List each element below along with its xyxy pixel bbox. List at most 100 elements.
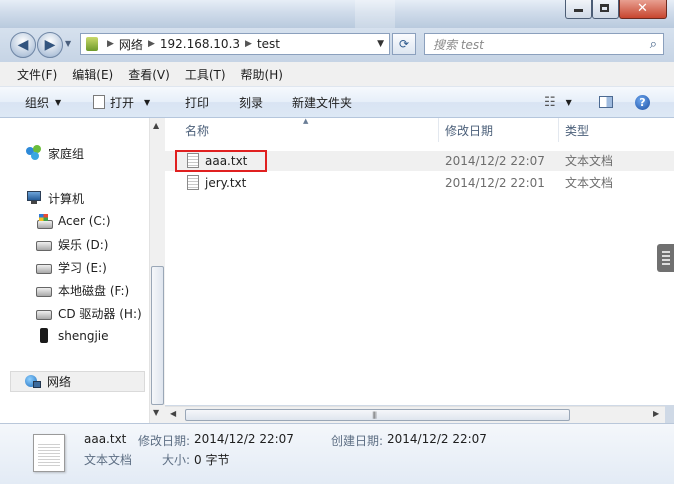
forward-button[interactable]: ▶ <box>37 32 63 58</box>
column-header-type[interactable]: 类型 <box>565 118 589 142</box>
file-row-jery[interactable]: jery.txt 2014/12/2 22:01 文本文档 <box>165 173 674 193</box>
new-folder-button[interactable]: 新建文件夹 <box>292 87 352 117</box>
nav-drive-c[interactable]: Acer (C:) <box>36 211 111 231</box>
maximize-icon <box>600 4 609 12</box>
scroll-left-icon[interactable]: ◀ <box>170 409 176 418</box>
print-button[interactable]: 打印 <box>185 87 209 117</box>
column-header-name[interactable]: 名称 <box>185 118 209 142</box>
minimize-button[interactable] <box>565 0 592 19</box>
details-modified-value: 2014/12/2 22:07 <box>194 432 294 446</box>
selection-highlight-box <box>175 150 267 172</box>
scroll-thumb[interactable]: ||| <box>185 409 570 421</box>
nav-drive-d[interactable]: 娱乐 (D:) <box>36 234 108 254</box>
nav-homegroup-label: 家庭组 <box>48 146 85 161</box>
address-dropdown-icon[interactable]: ▼ <box>377 39 384 49</box>
file-type: 文本文档 <box>565 154 614 168</box>
text-file-icon <box>187 175 199 190</box>
file-type: 文本文档 <box>565 176 614 190</box>
nav-computer-label: 计算机 <box>48 191 85 206</box>
menu-file[interactable]: 文件(F) <box>9 66 64 83</box>
scroll-thumb[interactable] <box>151 266 164 405</box>
breadcrumb-folder[interactable]: test <box>257 37 280 51</box>
drive-icon <box>36 287 52 297</box>
file-name: jery.txt <box>205 176 247 190</box>
details-modified-label: 修改日期: <box>138 434 191 448</box>
horizontal-scrollbar[interactable]: ◀ ||| ▶ <box>165 406 665 423</box>
close-icon: ✕ <box>637 1 648 16</box>
column-divider[interactable] <box>438 118 439 142</box>
nav-drive-label: CD 驱动器 (H:) <box>58 306 142 321</box>
cd-drive-icon <box>36 310 52 320</box>
chevron-down-icon: ▼ <box>565 97 572 107</box>
burn-button[interactable]: 刻录 <box>239 87 263 117</box>
grip-icon <box>662 251 670 265</box>
menu-bar: 文件(F) 编辑(E) 查看(V) 工具(T) 帮助(H) <box>0 62 674 87</box>
recent-pages-dropdown[interactable]: ▼ <box>65 39 71 48</box>
drive-icon <box>36 264 52 274</box>
menu-tools[interactable]: 工具(T) <box>177 66 233 83</box>
help-icon: ? <box>635 94 650 110</box>
breadcrumb-chevron-icon[interactable]: ▶ <box>245 39 252 49</box>
nav-device-shengjie[interactable]: shengjie <box>36 326 109 346</box>
nav-device-label: shengjie <box>58 329 109 343</box>
scroll-down-icon[interactable]: ▼ <box>153 408 159 417</box>
address-bar[interactable]: ▶ 网络 ▶ 192.168.10.3 ▶ test ▼ <box>80 33 390 55</box>
preview-pane-button[interactable] <box>599 87 613 117</box>
search-icon[interactable]: ⌕ <box>650 37 657 52</box>
details-size-label: 大小: <box>162 453 191 467</box>
breadcrumb-host[interactable]: 192.168.10.3 <box>160 37 240 51</box>
change-view-button[interactable]: ☷ ▼ <box>544 87 572 117</box>
scroll-right-icon[interactable]: ▶ <box>653 409 659 418</box>
close-button[interactable]: ✕ <box>619 0 667 19</box>
forward-arrow-icon: ▶ <box>44 37 56 53</box>
breadcrumb-network[interactable]: 网络 <box>119 36 143 53</box>
navigation-pane: 家庭组 计算机 Acer (C:) 娱乐 (D:) 学习 (E:) 本地磁盘 (… <box>0 118 149 423</box>
network-location-icon <box>86 37 98 51</box>
network-icon <box>25 374 41 390</box>
menu-help[interactable]: 帮助(H) <box>233 66 290 83</box>
nav-homegroup[interactable]: 家庭组 <box>26 143 84 163</box>
view-list-icon: ☷ <box>544 94 556 110</box>
maximize-button[interactable] <box>592 0 619 19</box>
minimize-icon <box>574 9 583 12</box>
back-arrow-icon: ◀ <box>17 37 29 53</box>
nav-computer[interactable]: 计算机 <box>26 188 84 208</box>
back-button[interactable]: ◀ <box>10 32 36 58</box>
document-icon <box>93 95 105 109</box>
column-header-modified[interactable]: 修改日期 <box>445 118 493 142</box>
nav-network[interactable]: 网络 <box>10 371 145 392</box>
refresh-icon: ⟳ <box>398 37 410 51</box>
nav-drive-label: 本地磁盘 (F:) <box>58 283 130 298</box>
search-input[interactable]: 搜索 test ⌕ <box>424 33 664 55</box>
scroll-up-icon[interactable]: ▲ <box>153 121 159 130</box>
breadcrumb-chevron-icon[interactable]: ▶ <box>107 39 114 49</box>
menu-view[interactable]: 查看(V) <box>120 66 177 83</box>
nav-drive-h[interactable]: CD 驱动器 (H:) <box>36 303 142 323</box>
nav-drive-label: Acer (C:) <box>58 214 111 228</box>
file-list: ▲ 名称 修改日期 类型 aaa.txt 2014/12/2 22:07 文本文… <box>165 117 674 405</box>
sort-ascending-icon: ▲ <box>303 117 309 125</box>
open-button[interactable]: 打开 ▼ <box>93 87 150 117</box>
phone-icon <box>36 328 52 344</box>
chevron-down-icon: ▼ <box>55 97 62 107</box>
nav-drive-e[interactable]: 学习 (E:) <box>36 257 107 277</box>
drive-icon <box>36 241 52 251</box>
breadcrumb-chevron-icon[interactable]: ▶ <box>148 39 155 49</box>
organize-label: 组织 <box>25 95 50 110</box>
preview-pane-icon <box>599 96 613 108</box>
help-button[interactable]: ? <box>635 87 650 117</box>
details-type: 文本文档 <box>84 453 133 467</box>
file-modified: 2014/12/2 22:01 <box>445 176 545 190</box>
refresh-button[interactable]: ⟳ <box>392 33 416 55</box>
menu-edit[interactable]: 编辑(E) <box>64 66 120 83</box>
details-size-value: 0 字节 <box>194 453 230 467</box>
nav-drive-f[interactable]: 本地磁盘 (F:) <box>36 280 129 300</box>
address-row: ◀ ▶ ▼ ▶ 网络 ▶ 192.168.10.3 ▶ test ▼ ⟳ 搜索 … <box>0 28 674 62</box>
organize-button[interactable]: 组织 ▼ <box>25 87 61 117</box>
column-divider[interactable] <box>558 118 559 142</box>
side-grip-handle[interactable] <box>657 244 674 272</box>
nav-drive-label: 娱乐 (D:) <box>58 237 109 252</box>
command-bar: 组织 ▼ 打开 ▼ 打印 刻录 新建文件夹 ☷ ▼ ? <box>0 87 674 118</box>
navigation-scrollbar[interactable]: ▲ ▼ <box>149 118 165 423</box>
title-background <box>355 0 395 28</box>
